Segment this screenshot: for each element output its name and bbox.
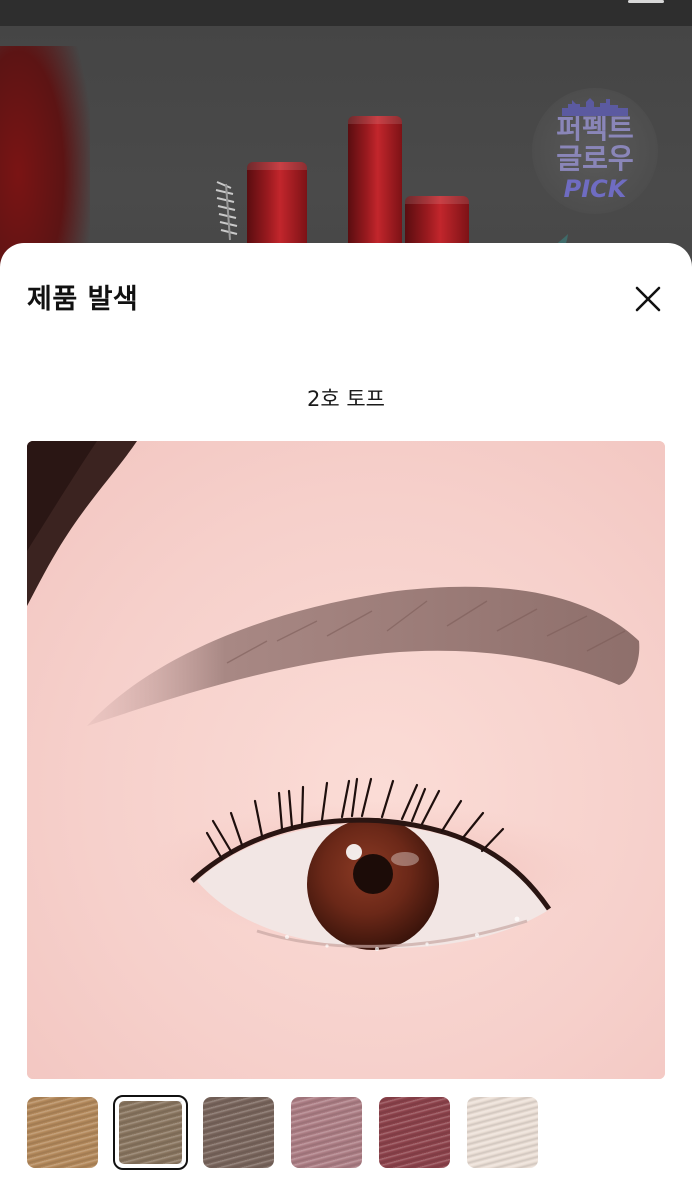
shade-texture bbox=[27, 1097, 98, 1168]
sheet-title: 제품 발색 bbox=[27, 284, 139, 315]
shade-texture bbox=[379, 1097, 450, 1168]
shade-chip-1[interactable] bbox=[27, 1097, 98, 1168]
shade-chip-3[interactable] bbox=[203, 1097, 274, 1168]
shade-selector bbox=[27, 1095, 665, 1170]
shade-texture bbox=[119, 1101, 182, 1164]
badge-text-line1: 퍼펙트 bbox=[556, 112, 634, 145]
menu-icon[interactable] bbox=[628, 0, 664, 6]
shade-texture bbox=[467, 1097, 538, 1168]
selected-shade-name: 2호 토프 bbox=[307, 387, 385, 411]
shade-swatch-photo bbox=[27, 441, 665, 1079]
shade-chip-4[interactable] bbox=[291, 1097, 362, 1168]
perfect-glow-pick-badge: 퍼펙트 글로우 PICK bbox=[532, 88, 658, 214]
shade-texture bbox=[291, 1097, 362, 1168]
shade-chip-fill bbox=[119, 1101, 182, 1164]
eye-brow-illustration bbox=[27, 441, 665, 1079]
close-button[interactable] bbox=[626, 277, 670, 321]
shade-texture bbox=[203, 1097, 274, 1168]
color-swatch-sheet: 제품 발색 2호 토프 bbox=[0, 243, 692, 1200]
shade-chip-6[interactable] bbox=[467, 1097, 538, 1168]
shade-chip-5[interactable] bbox=[379, 1097, 450, 1168]
badge-pick-text: PICK bbox=[563, 175, 627, 203]
close-icon bbox=[635, 286, 661, 312]
shade-chip-2[interactable] bbox=[113, 1095, 188, 1170]
top-bar bbox=[0, 0, 692, 26]
badge-text-line2: 글로우 bbox=[556, 142, 634, 175]
skyline-icon bbox=[562, 98, 628, 116]
